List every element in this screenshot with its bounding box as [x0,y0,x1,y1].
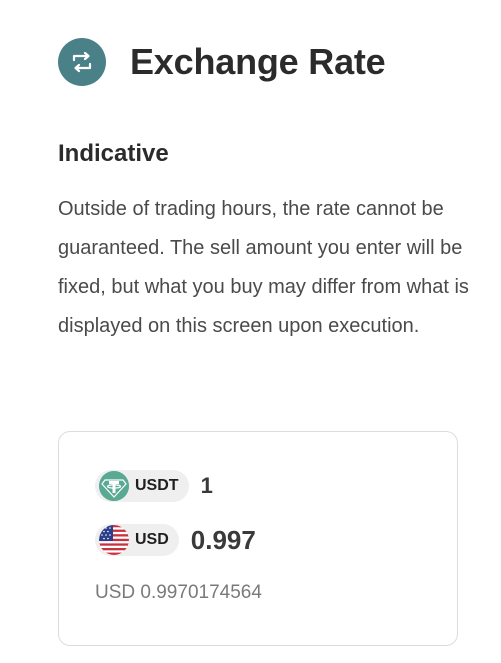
from-currency-row: USDT 1 [95,470,213,502]
tether-icon [99,471,129,501]
from-currency-chip: USDT [95,470,189,502]
exchange-icon [58,38,106,86]
notice-body: Outside of trading hours, the rate canno… [58,198,469,337]
to-currency-row: USD 0.997 [95,524,256,556]
to-currency-label: USD [135,531,169,548]
to-currency-chip: USD [95,524,179,556]
page-header: Exchange Rate [58,38,386,86]
from-amount: 1 [200,473,213,498]
page-title: Exchange Rate [130,41,386,82]
precise-rate: USD 0.9970174564 [95,582,262,603]
us-flag-icon [99,525,129,555]
notice-title: Indicative [58,140,169,167]
rate-card: USDT 1 USD 0.997 USD 0.9970174564 [58,431,458,646]
from-currency-label: USDT [135,477,179,494]
to-amount: 0.997 [190,524,256,555]
